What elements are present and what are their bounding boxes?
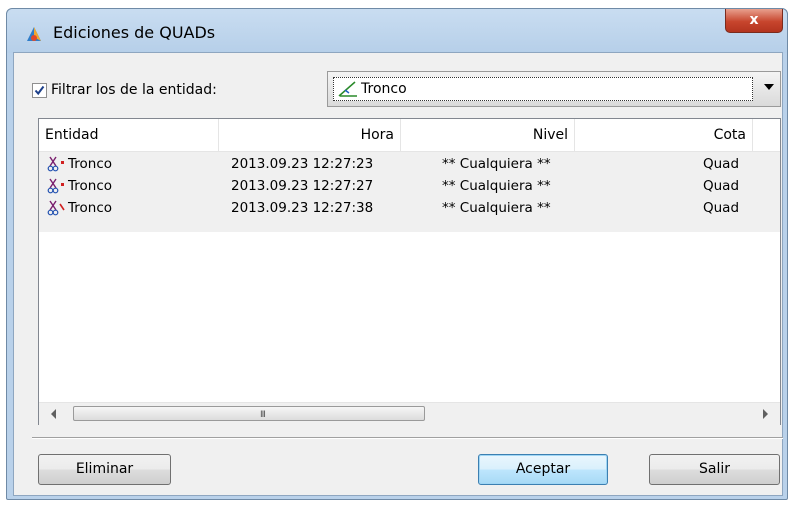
checkmark-icon [34,85,45,95]
close-button[interactable]: x [725,9,783,33]
scissors-icon [47,156,64,172]
filter-checkbox[interactable] [32,82,47,98]
scrollbar-grip: III [260,410,266,420]
quad-edits-list[interactable]: Entidad Hora Nivel Cota Tronco 2013.09.2… [38,118,781,425]
scroll-left-icon[interactable] [51,409,56,419]
column-header-cota[interactable]: Cota [575,119,753,151]
row-entidad: Tronco [68,156,113,172]
delete-button[interactable]: Eliminar [38,454,171,485]
list-row[interactable]: Tronco 2013.09.23 12:27:38 ** Cualquiera… [39,198,780,218]
row-nivel: ** Cualquiera ** [442,178,551,194]
scroll-right-icon[interactable] [763,409,768,419]
accept-button[interactable]: Aceptar [478,454,608,485]
divider [32,437,783,439]
filter-checkbox-label: Filtrar los de la entidad: [51,82,217,98]
row-cota: Quad [703,178,740,194]
entity-dropdown-value: Tronco [361,81,407,97]
window-title: Ediciones de QUADs [53,23,216,42]
list-header: Entidad Hora Nivel Cota [39,119,780,152]
row-hora: 2013.09.23 12:27:38 [231,200,374,216]
row-entidad: Tronco [68,200,113,216]
horizontal-scrollbar[interactable]: III [39,402,780,425]
column-header-entidad[interactable]: Entidad [39,119,219,151]
app-icon [27,27,41,41]
row-hora: 2013.09.23 12:27:23 [231,156,374,172]
list-rows: Tronco 2013.09.23 12:27:23 ** Cualquiera… [39,152,780,232]
entity-dropdown[interactable]: Tronco [327,71,781,107]
row-entidad: Tronco [68,178,113,194]
title-bar[interactable]: Ediciones de QUADs x [7,9,787,53]
exit-button[interactable]: Salir [649,454,780,485]
list-row[interactable]: Tronco 2013.09.23 12:27:27 ** Cualquiera… [39,176,780,196]
list-row[interactable]: Tronco 2013.09.23 12:27:23 ** Cualquiera… [39,154,780,174]
row-cota: Quad [703,156,740,172]
scrollbar-thumb[interactable]: III [73,406,425,421]
row-cota: Quad [703,200,740,216]
line-entity-icon [338,81,357,97]
row-nivel: ** Cualquiera ** [442,156,551,172]
column-header-nivel[interactable]: Nivel [401,119,575,151]
chevron-down-icon[interactable] [764,84,774,90]
scissors-icon [47,200,65,216]
scissors-icon [47,178,64,194]
filter-entity-checkbox-group[interactable]: Filtrar los de la entidad: [32,82,217,98]
column-header-hora[interactable]: Hora [219,119,401,151]
row-hora: 2013.09.23 12:27:27 [231,178,374,194]
row-nivel: ** Cualquiera ** [442,200,551,216]
entity-dropdown-selection: Tronco [333,77,753,101]
